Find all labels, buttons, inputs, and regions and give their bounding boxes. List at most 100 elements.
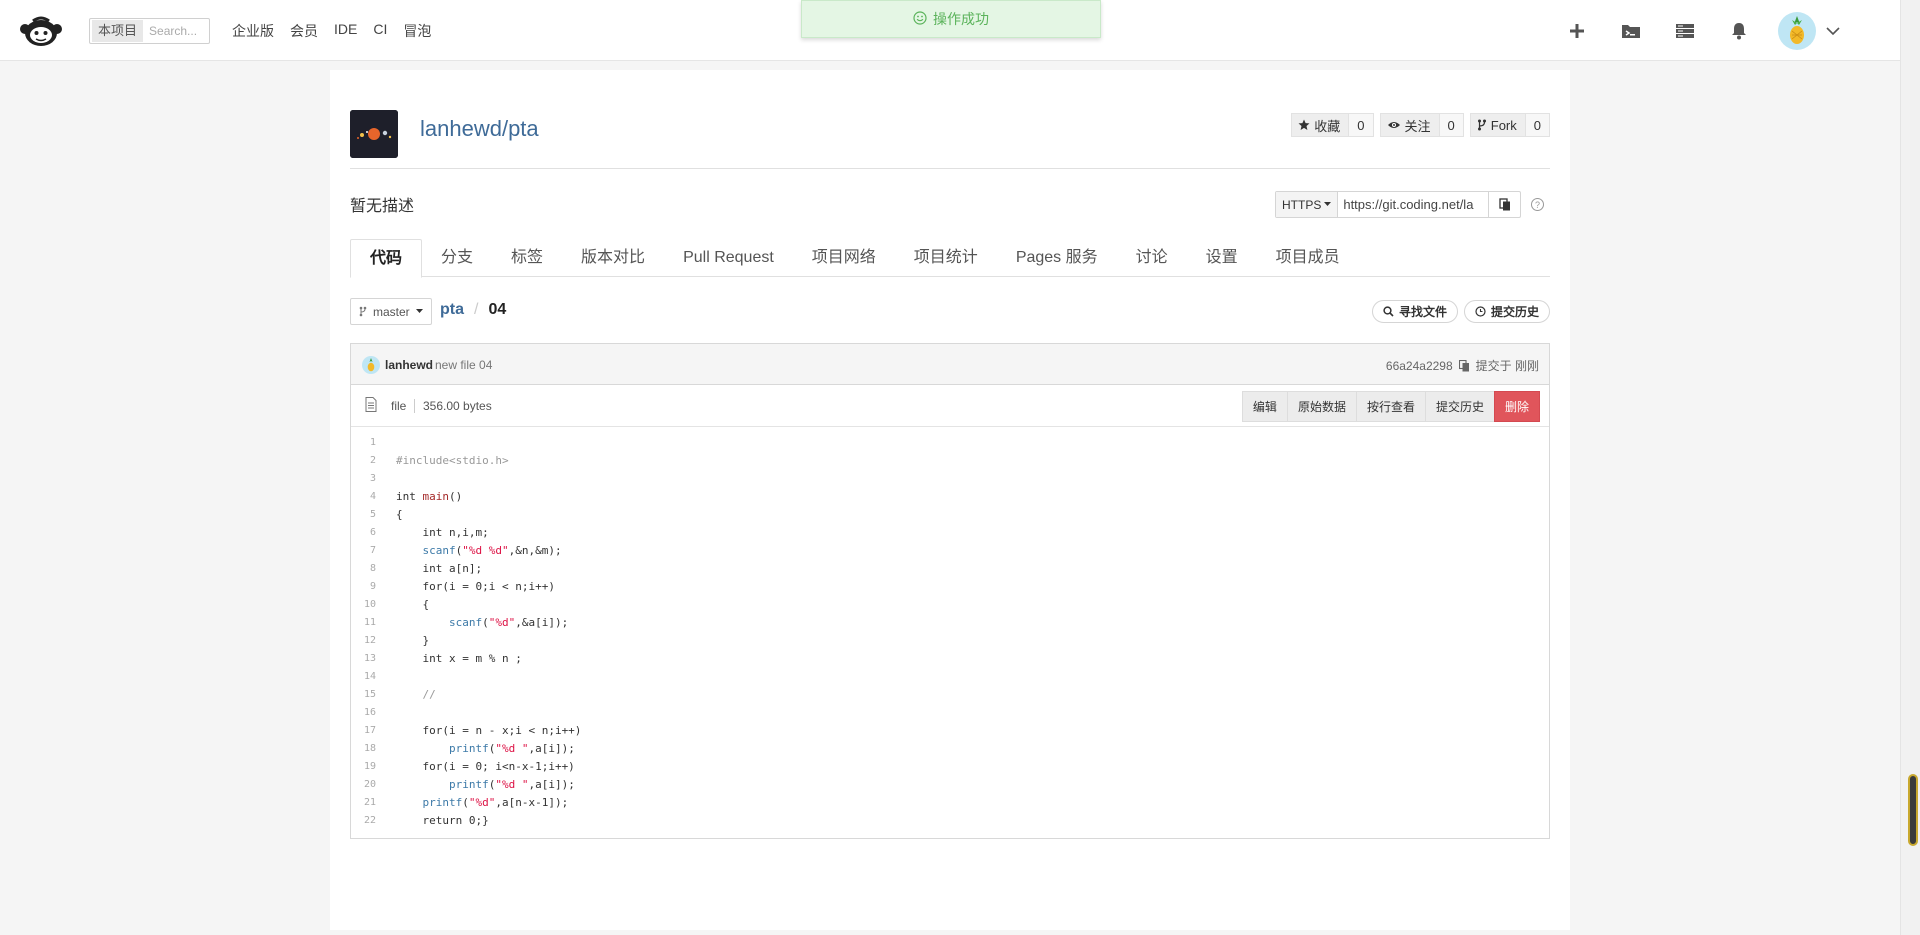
project-header: lanhewd/pta 收藏 0 关注 0 Fork 0 xyxy=(350,110,1550,169)
tab-network[interactable]: 项目网络 xyxy=(793,239,895,276)
nav-link-ide[interactable]: IDE xyxy=(334,21,357,41)
line-number[interactable]: 21 xyxy=(351,794,376,812)
find-file-button[interactable]: 寻找文件 xyxy=(1371,300,1458,323)
fork-count[interactable]: 0 xyxy=(1525,113,1550,137)
code-text: { xyxy=(396,598,430,611)
breadcrumb-separator: / xyxy=(474,301,479,318)
file-history-button[interactable]: 提交历史 xyxy=(1424,391,1494,422)
copy-url-button[interactable] xyxy=(1488,192,1520,217)
watch-button[interactable]: 关注 xyxy=(1379,113,1440,137)
plus-icon[interactable] xyxy=(1550,13,1604,49)
fork-action[interactable]: Fork 0 xyxy=(1469,113,1550,137)
scrollbar-thumb[interactable] xyxy=(1908,774,1918,846)
tab-compare[interactable]: 版本对比 xyxy=(562,239,664,276)
nav-link-bubble[interactable]: 冒泡 xyxy=(403,21,431,41)
line-number[interactable]: 2 xyxy=(351,452,376,470)
commit-message[interactable]: new file 04 xyxy=(435,358,492,372)
line-number[interactable]: 19 xyxy=(351,758,376,776)
star-button[interactable]: 收藏 xyxy=(1291,113,1350,137)
edit-button[interactable]: 编辑 xyxy=(1241,391,1287,422)
file-size: 356.00 bytes xyxy=(414,399,492,413)
fork-button[interactable]: Fork xyxy=(1469,113,1526,137)
code-line: 21 printf("%d",a[n-x-1]); xyxy=(351,794,1549,812)
line-number[interactable]: 16 xyxy=(351,704,376,722)
tab-branches[interactable]: 分支 xyxy=(422,239,492,276)
fork-icon xyxy=(1477,119,1486,131)
line-number[interactable]: 14 xyxy=(351,668,376,686)
line-number[interactable]: 9 xyxy=(351,578,376,596)
terminal-folder-icon[interactable] xyxy=(1604,13,1658,49)
tab-pages[interactable]: Pages 服务 xyxy=(997,239,1117,276)
code-text: #include<stdio.h> xyxy=(396,454,509,467)
coding-logo-icon[interactable] xyxy=(18,12,64,48)
star-count[interactable]: 0 xyxy=(1349,113,1374,137)
star-action[interactable]: 收藏 0 xyxy=(1291,113,1374,137)
nav-link-ci[interactable]: CI xyxy=(373,21,387,41)
raw-button[interactable]: 原始数据 xyxy=(1286,391,1356,422)
line-number[interactable]: 12 xyxy=(351,632,376,650)
tab-settings[interactable]: 设置 xyxy=(1187,239,1257,276)
line-number[interactable]: 22 xyxy=(351,812,376,830)
success-toast: 操作成功 xyxy=(801,0,1101,38)
blame-button[interactable]: 按行查看 xyxy=(1355,391,1425,422)
nav-link-member[interactable]: 会员 xyxy=(290,21,318,41)
commit-author[interactable]: lanhewd xyxy=(385,358,433,372)
file-info-row: file 356.00 bytes 编辑 原始数据 按行查看 提交历史 删除 xyxy=(351,385,1549,427)
line-number[interactable]: 18 xyxy=(351,740,376,758)
code-line: 8 int a[n]; xyxy=(351,560,1549,578)
line-number[interactable]: 1 xyxy=(351,434,376,452)
line-number[interactable]: 8 xyxy=(351,560,376,578)
line-number[interactable]: 20 xyxy=(351,776,376,794)
commit-hash[interactable]: 66a24a2298 xyxy=(1386,359,1453,373)
branch-select[interactable]: master xyxy=(350,298,432,325)
line-number[interactable]: 5 xyxy=(351,506,376,524)
search-scope-label[interactable]: 本项目 xyxy=(92,20,144,42)
code-line: 17 for(i = n - x;i < n;i++) xyxy=(351,722,1549,740)
line-number[interactable]: 15 xyxy=(351,686,376,704)
search-input[interactable]: 本项目 Search... xyxy=(89,18,210,44)
tab-stats[interactable]: 项目统计 xyxy=(895,239,997,276)
line-number[interactable]: 4 xyxy=(351,488,376,506)
project-avatar[interactable] xyxy=(350,110,398,158)
clone-url-input[interactable]: https://git.coding.net/la xyxy=(1338,192,1488,217)
bell-icon[interactable] xyxy=(1712,13,1766,49)
caret-down-icon xyxy=(415,309,423,313)
tab-discussion[interactable]: 讨论 xyxy=(1117,239,1187,276)
copy-icon[interactable] xyxy=(1458,359,1470,372)
delete-button[interactable]: 删除 xyxy=(1493,391,1540,422)
commit-history-button[interactable]: 提交历史 xyxy=(1463,300,1550,323)
top-icons xyxy=(1550,12,1840,50)
line-number[interactable]: 10 xyxy=(351,596,376,614)
code-view[interactable]: 1 2 #include<stdio.h> 3 4 int main() 5{6 int n… xyxy=(351,427,1549,830)
clock-icon xyxy=(1475,306,1486,317)
server-icon[interactable] xyxy=(1658,13,1712,49)
tab-members[interactable]: 项目成员 xyxy=(1257,239,1359,276)
breadcrumb-root[interactable]: pta xyxy=(440,301,464,319)
page-scrollbar[interactable] xyxy=(1900,0,1920,935)
tab-code[interactable]: 代码 xyxy=(350,239,423,278)
chevron-down-icon[interactable] xyxy=(1826,23,1840,39)
watch-count[interactable]: 0 xyxy=(1439,113,1464,137)
project-actions: 收藏 0 关注 0 Fork 0 xyxy=(1291,113,1550,137)
line-number[interactable]: 17 xyxy=(351,722,376,740)
commit-meta: 66a24a2298 提交于 刚刚 xyxy=(1386,357,1539,374)
line-number[interactable]: 6 xyxy=(351,524,376,542)
code-text: int x = m % n ; xyxy=(396,652,522,665)
project-title[interactable]: lanhewd/pta xyxy=(420,116,539,142)
commit-author-avatar[interactable] xyxy=(362,356,380,374)
line-number[interactable]: 7 xyxy=(351,542,376,560)
code-line: 18 printf("%d ",a[i]); xyxy=(351,740,1549,758)
user-avatar[interactable] xyxy=(1778,12,1816,50)
tab-pull-request[interactable]: Pull Request xyxy=(664,239,793,276)
clone-protocol-select[interactable]: HTTPS xyxy=(1276,192,1339,217)
line-number[interactable]: 3 xyxy=(351,470,376,488)
nav-link-enterprise[interactable]: 企业版 xyxy=(232,21,274,41)
tab-tags[interactable]: 标签 xyxy=(492,239,562,276)
line-number[interactable]: 13 xyxy=(351,650,376,668)
watch-action[interactable]: 关注 0 xyxy=(1379,113,1464,137)
help-icon[interactable]: ? xyxy=(1531,198,1544,211)
clipboard-icon xyxy=(1499,198,1510,211)
code-line: 6 int n,i,m; xyxy=(351,524,1549,542)
line-number[interactable]: 11 xyxy=(351,614,376,632)
